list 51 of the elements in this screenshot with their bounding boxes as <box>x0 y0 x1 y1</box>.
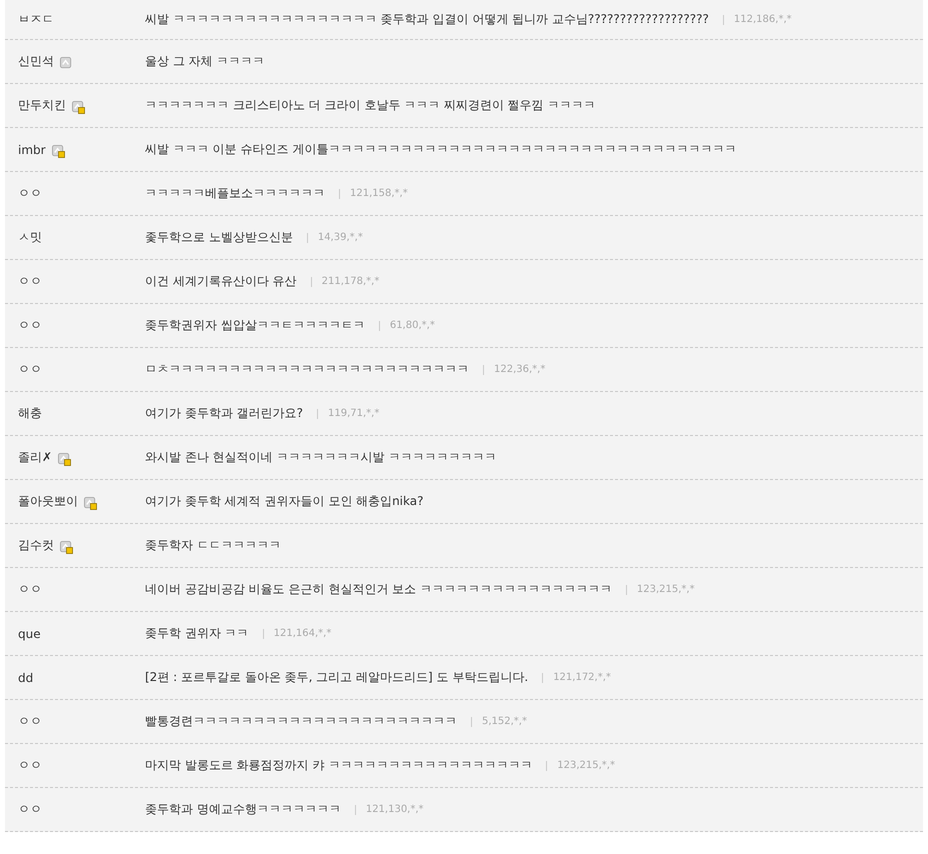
comment-text: 좆두학과 명예교수행ㅋㅋㅋㅋㅋㅋㅋ <box>145 801 341 818</box>
comment-text: 이건 세계기록유산이다 유산 <box>145 273 297 290</box>
comment-text: 와시발 존나 현실적이네 ㅋㅋㅋㅋㅋㅋㅋ시발 ㅋㅋㅋㅋㅋㅋㅋㅋㅋ <box>145 449 496 466</box>
comment-text: 네이버 공감비공감 비율도 은근히 현실적인거 보소 ㅋㅋㅋㅋㅋㅋㅋㅋㅋㅋㅋㅋㅋㅋㅋㅋ <box>145 581 612 598</box>
comment-text: 마지막 발롱도르 화룡점정까지 캬 ㅋㅋㅋㅋㅋㅋㅋㅋㅋㅋㅋㅋㅋㅋㅋㅋㅋ <box>145 757 532 774</box>
comment-text: 좆두학자 ㄷㄷㅋㅋㅋㅋㅋ <box>145 537 281 554</box>
ip-address: 123,215,*,* <box>626 584 695 594</box>
ip-address: 119,71,*,* <box>317 408 380 418</box>
comment-text: ㅋㅋㅋㅋㅋ베플보소ㅋㅋㅋㅋㅋㅋ <box>145 185 325 202</box>
author-name[interactable]: ㅇㅇ <box>18 713 42 730</box>
author-name[interactable]: 만두치킨 <box>18 97 66 114</box>
author-name[interactable]: ㅇㅇ <box>18 273 42 290</box>
comment-text: ㅋㅋㅋㅋㅋㅋㅋ 크리스티아노 더 크라이 호날두 ㅋㅋㅋ 찌찌경련이 쩔우낌 ㅋㅋㅋㅋ <box>145 97 596 114</box>
author-name[interactable]: 신민석 <box>18 53 54 70</box>
comment-text: 빨통경련ㅋㅋㅋㅋㅋㅋㅋㅋㅋㅋㅋㅋㅋㅋㅋㅋㅋㅋㅋㅋㅋㅋ <box>145 713 457 730</box>
comment-text: 좆두학권위자 씹압살ㅋㅋㅌㅋㅋㅋㅋㅌㅋ <box>145 317 365 334</box>
ip-address: 123,215,*,* <box>546 760 615 770</box>
author-name[interactable]: ㅇㅇ <box>18 757 42 774</box>
comment-text: 씨발 ㅋㅋㅋ 이분 슈타인즈 게이틀ㅋㅋㅋㅋㅋㅋㅋㅋㅋㅋㅋㅋㅋㅋㅋㅋㅋㅋㅋㅋㅋㅋㅋㅋㅋㅋㅋㅋㅋㅋㅋㅋㅋㅋ <box>145 141 736 158</box>
author-name[interactable]: ㅇㅇ <box>18 185 42 202</box>
author-name[interactable]: 졸리✗ <box>18 449 52 466</box>
author-name[interactable]: ㅇㅇ <box>18 317 42 334</box>
comment-text: ㅁㅊㅋㅋㅋㅋㅋㅋㅋㅋㅋㅋㅋㅋㅋㅋㅋㅋㅋㅋㅋㅋㅋㅋㅋㅋㅋ <box>145 361 469 378</box>
comment-text: 여기가 좆두학과 갤러린가요? <box>145 405 303 422</box>
author-name[interactable]: ㅇㅇ <box>18 361 42 378</box>
comment-text: 좇두학으로 노벨상받으신분 <box>145 229 293 246</box>
author-name[interactable]: ㅇㅇ <box>18 581 42 598</box>
comment-text: 좆두학 권위자 ㅋㅋ <box>145 625 249 642</box>
author-name[interactable]: 폴아웃뽀이 <box>18 493 78 510</box>
author-name[interactable]: ㅅ밋 <box>18 229 42 246</box>
ip-address: 211,178,*,* <box>310 276 380 286</box>
comment-text: 여기가 좆두학 세계적 권위자들이 모인 해충입nika? <box>145 493 424 510</box>
author-name[interactable]: que <box>18 626 41 640</box>
author-name[interactable]: ㅇㅇ <box>18 801 42 818</box>
author-name[interactable]: 해충 <box>18 405 42 422</box>
author-name[interactable]: 김수컷 <box>18 537 54 554</box>
ip-address: 121,158,*,* <box>339 188 408 198</box>
comment-text: 울상 그 자체 ㅋㅋㅋㅋ <box>145 53 264 70</box>
ip-address: 121,130,*,* <box>354 804 424 814</box>
author-name[interactable]: ㅂㅈㄷ <box>18 11 54 28</box>
ip-address: 5,152,*,* <box>471 716 527 726</box>
ip-address: 121,172,*,* <box>542 672 611 682</box>
author-name[interactable]: dd <box>18 670 34 684</box>
ip-address: 122,36,*,* <box>483 364 546 374</box>
author-name[interactable]: imbr <box>18 142 46 156</box>
comment-text: 씨발 ㅋㅋㅋㅋㅋㅋㅋㅋㅋㅋㅋㅋㅋㅋㅋㅋㅋ 좆두학과 입결이 어떻게 됩니까 교수님??????????????????? <box>145 11 709 28</box>
ip-address: 112,186,*,* <box>722 14 792 24</box>
ip-address: 14,39,*,* <box>306 232 363 242</box>
comment-text: [2편 : 포르투갈로 돌아온 좆두, 그리고 레알마드리드] 도 부탁드립니다. <box>145 669 528 686</box>
ip-address: 121,164,*,* <box>262 628 332 638</box>
ip-address: 61,80,*,* <box>378 320 435 330</box>
